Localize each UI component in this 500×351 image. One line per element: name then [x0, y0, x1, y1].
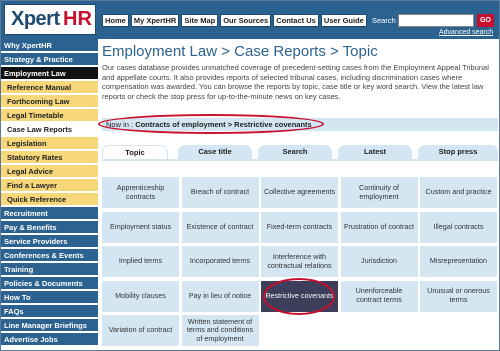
sidebar-item-forthcoming-law[interactable]: Forthcoming Law [1, 95, 98, 108]
sidebar-item-policies-documents[interactable]: Policies & Documents [1, 277, 98, 290]
topic-cell[interactable]: Existence of contract [181, 211, 259, 243]
sidebar-item-legal-timetable[interactable]: Legal Timetable [1, 109, 98, 122]
sidebar-item-legal-advice[interactable]: Legal Advice [1, 165, 98, 178]
search-input[interactable] [398, 14, 474, 27]
tab-latest[interactable]: Latest [338, 145, 412, 159]
topic-cell[interactable]: Frustration of contract [340, 211, 418, 243]
topic-cell[interactable]: Misrepresentation [420, 246, 497, 277]
topic-cell[interactable]: Collective agreements [261, 177, 338, 208]
sidebar-item-how-to[interactable]: How To [1, 291, 98, 304]
sidebar-item-employment-law[interactable]: Employment Law [1, 67, 98, 80]
logo-text: Xpert [11, 8, 60, 30]
advanced-search-link[interactable]: Advanced search [439, 29, 493, 36]
nav-my-xperthr-button[interactable]: My XpertHR [130, 14, 180, 27]
topic-cell[interactable]: Written statement of terms and condition… [181, 315, 259, 346]
browser-frame: Xpert HR Home My XpertHR Site Map Our So… [0, 0, 500, 351]
search-go-button[interactable]: GO [477, 14, 494, 27]
sidebar-item-strategy-practice[interactable]: Strategy & Practice [1, 53, 98, 66]
sidebar-item-line-manager-briefings[interactable]: Line Manager Briefings [1, 319, 98, 332]
nav-user-guide-button[interactable]: User Guide [320, 14, 367, 27]
tab-stop-press[interactable]: Stop press [418, 145, 498, 159]
topic-cell[interactable]: Implied terms [102, 246, 179, 277]
sidebar-item-find-a-lawyer[interactable]: Find a Lawyer [1, 179, 98, 192]
highlight-oval [98, 114, 324, 134]
topic-cell[interactable]: Unenforceable contract terms [340, 280, 418, 312]
site-header: Xpert HR Home My XpertHR Site Map Our So… [1, 1, 499, 39]
intro-text: Our cases database provides unmatched co… [102, 63, 489, 101]
topic-cell[interactable]: Variation of contract [102, 315, 179, 346]
sidebar-item-advertise-jobs[interactable]: Advertise Jobs [1, 333, 98, 346]
nav-site-map-button[interactable]: Site Map [181, 14, 219, 27]
selection-highlight-oval [263, 277, 335, 315]
tab-case-title[interactable]: Case title [178, 145, 252, 159]
tab-topic[interactable]: Topic [102, 145, 168, 159]
sidebar-item-faqs[interactable]: FAQs [1, 305, 98, 318]
nav-contact-us-button[interactable]: Contact Us [273, 14, 319, 27]
sidebar-item-service-providers[interactable]: Service Providers [1, 235, 98, 248]
sidebar-item-recruitment[interactable]: Recruitment [1, 207, 98, 220]
logo-accent-text: HR [63, 8, 92, 30]
page-title: Employment Law > Case Reports > Topic [102, 43, 378, 60]
sidebar-item-statutory-rates[interactable]: Statutory Rates [1, 151, 98, 164]
sidebar-item-pay-benefits[interactable]: Pay & Benefits [1, 221, 98, 234]
topic-cell[interactable]: Unusual or onerous terms [420, 280, 497, 312]
topic-cell[interactable]: Illegal contracts [420, 211, 497, 243]
sidebar-item-legislation[interactable]: Legislation [1, 137, 98, 150]
topic-cell[interactable]: Mobility clauses [102, 280, 179, 312]
top-navigation: Home My XpertHR Site Map Our Sources Con… [102, 14, 367, 27]
sidebar-item-conferences-events[interactable]: Conferences & Events [1, 249, 98, 262]
tab-divider [102, 159, 498, 161]
topic-cell[interactable]: Jurisdiction [340, 246, 418, 277]
topic-cell[interactable]: Custom and practice [420, 177, 497, 208]
tab-search[interactable]: Search [258, 145, 332, 159]
topic-cell[interactable]: Fixed-term contracts [261, 211, 338, 243]
sidebar-item-why-xperthr[interactable]: Why XpertHR [1, 39, 98, 52]
sidebar-item-quick-reference[interactable]: Quick Reference [1, 193, 98, 206]
search-label: Search [372, 16, 396, 25]
topic-cell[interactable]: Employment status [102, 211, 179, 243]
nav-home-button[interactable]: Home [102, 14, 129, 27]
sidebar-item-reference-manual[interactable]: Reference Manual [1, 81, 98, 94]
topic-cell[interactable]: Apprenticeship contracts [102, 177, 179, 208]
topic-cell[interactable]: Breach of contract [181, 177, 259, 208]
nav-our-sources-button[interactable]: Our Sources [220, 14, 272, 27]
sidebar-item-training[interactable]: Training [1, 263, 98, 276]
topic-cell[interactable]: Pay in lieu of notice [181, 280, 259, 312]
xperthr-logo[interactable]: Xpert HR [4, 4, 96, 35]
sidebar-item-case-law-reports[interactable]: Case Law Reports [1, 123, 98, 136]
topic-cell[interactable]: Incorporated terms [181, 246, 259, 277]
topic-cell[interactable]: Interference with contractual relations [261, 246, 338, 277]
sidebar-nav: Why XpertHR Strategy & Practice Employment… [1, 39, 98, 350]
tab-bar: Topic Case title Search Latest Stop pres… [102, 145, 498, 159]
topic-cell[interactable]: Continuity of employment [340, 177, 418, 208]
